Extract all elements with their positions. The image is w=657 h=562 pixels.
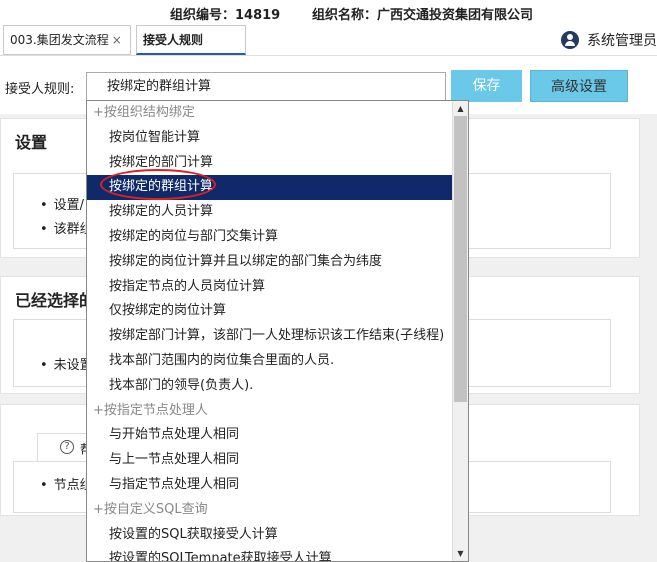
dropdown-option[interactable]: 与开始节点处理人相同 bbox=[87, 423, 453, 448]
scroll-down-icon[interactable]: ▼ bbox=[453, 546, 468, 561]
org-number: 组织编号：14819 bbox=[170, 8, 281, 23]
dropdown-scrollbar[interactable]: ▲ ▼ bbox=[452, 101, 468, 561]
dropdown-option[interactable]: 找本部门范围内的岗位集合里面的人员. bbox=[87, 349, 453, 374]
top-header: 组织编号：14819 组织名称：广西交通投资集团有限公司 bbox=[0, 0, 657, 24]
dropdown-option[interactable]: 找本部门的领导(负责人). bbox=[87, 374, 453, 399]
dropdown-group-header: +按指定节点处理人 bbox=[93, 402, 208, 418]
settings-bullet: 设置/ bbox=[40, 194, 84, 213]
dropdown-option[interactable]: 按岗位智能计算 bbox=[87, 126, 453, 151]
dropdown-option[interactable]: 按设置的SQL获取接受人计算 bbox=[87, 523, 453, 548]
dropdown-option[interactable]: 仅按绑定的岗位计算 bbox=[87, 299, 453, 324]
rule-select[interactable]: 按绑定的群组计算 bbox=[86, 72, 446, 102]
dropdown-group-header: +按组织结构绑定 bbox=[93, 105, 195, 120]
scroll-thumb[interactable] bbox=[454, 116, 467, 402]
tab-receiver-rule[interactable]: 接受人规则302× bbox=[136, 25, 246, 75]
rule-label: 接受人规则: bbox=[5, 82, 75, 97]
user-menu[interactable]: 系统管理员 bbox=[561, 28, 657, 52]
org-name: 组织名称：广西交通投资集团有限公司 bbox=[312, 8, 534, 23]
dropdown-option[interactable]: 按绑定的岗位计算并且以绑定的部门集合为纬度 bbox=[87, 250, 453, 275]
tab-bar: 003.集团发文流程× 接受人规则302× 系统管理员 bbox=[0, 24, 657, 75]
user-icon bbox=[561, 31, 579, 49]
settings-bullet: 该群组 bbox=[40, 218, 93, 237]
tab-label: 003.集团发文流程 bbox=[10, 33, 109, 47]
dropdown-option[interactable]: 与指定节点处理人相同 bbox=[87, 473, 453, 498]
selected-bullet: 未设置 bbox=[40, 354, 93, 373]
dropdown-option[interactable]: 按绑定的人员计算 bbox=[87, 200, 453, 225]
dropdown-option[interactable]: 按设置的SQLTemnate获取接受人计算 bbox=[87, 547, 453, 561]
scroll-up-icon[interactable]: ▲ bbox=[453, 101, 468, 116]
help-icon: ? bbox=[60, 440, 74, 454]
advanced-settings-button[interactable]: 高级设置 bbox=[530, 70, 628, 102]
dropdown-group-header: +按自定义SQL查询 bbox=[93, 501, 208, 517]
annotation-oval bbox=[100, 169, 216, 200]
dropdown-option[interactable]: 按指定节点的人员岗位计算 bbox=[87, 275, 453, 300]
close-icon[interactable]: × bbox=[112, 33, 122, 47]
help-bullet: 节点组 bbox=[40, 474, 93, 493]
dropdown-option[interactable]: 按绑定部门计算，该部门一人处理标识该工作结束(子线程) bbox=[87, 324, 453, 349]
dropdown-option[interactable]: 与上一节点处理人相同 bbox=[87, 448, 453, 473]
save-button[interactable]: 保存 bbox=[451, 70, 522, 102]
settings-title: 设置 bbox=[15, 133, 48, 152]
selected-title: 已经选择的 bbox=[15, 291, 96, 310]
tab-document-flow[interactable]: 003.集团发文流程 × bbox=[3, 25, 131, 55]
dropdown-option[interactable]: 按绑定的岗位与部门交集计算 bbox=[87, 225, 453, 250]
user-name: 系统管理员 bbox=[587, 33, 657, 49]
